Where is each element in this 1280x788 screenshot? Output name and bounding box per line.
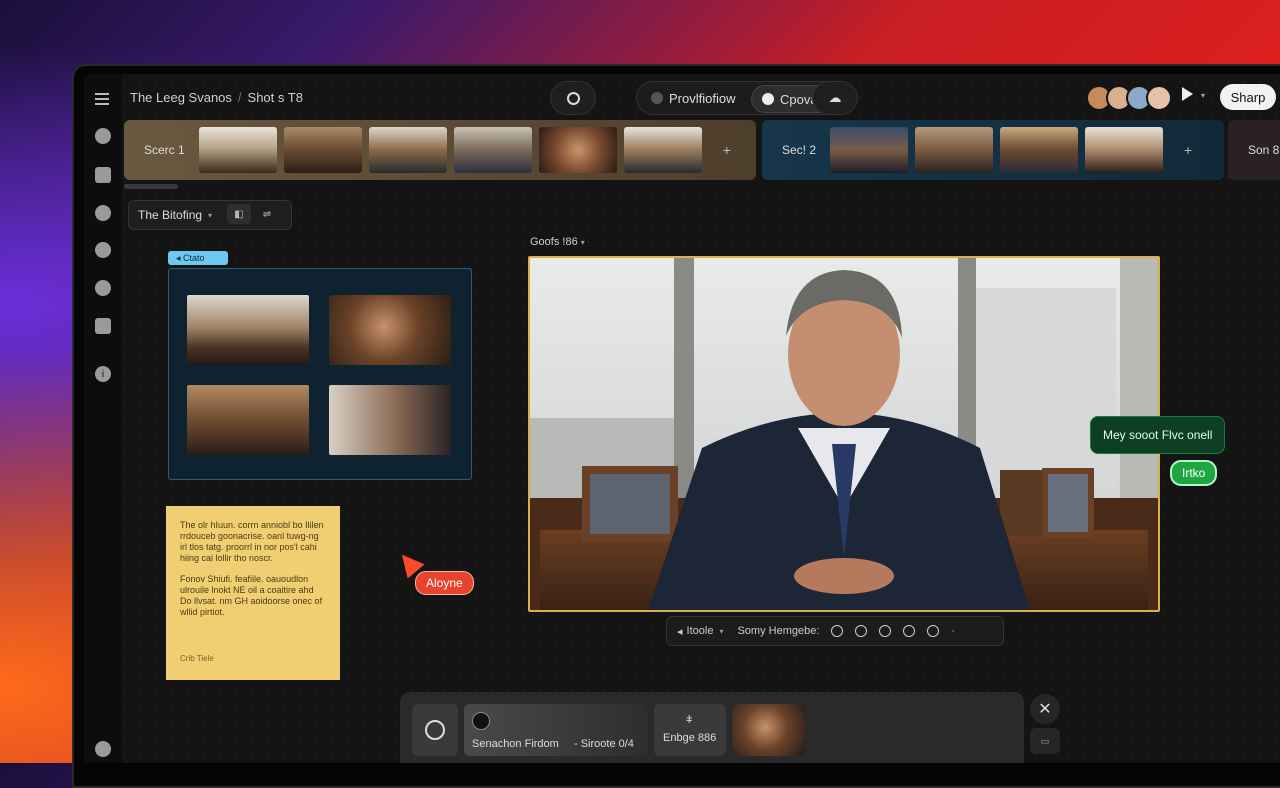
info-icon[interactable]: i <box>95 366 111 382</box>
more-icon[interactable]: · <box>951 625 955 637</box>
sticky-note-text: Fonov Shiufi. feafiile. oauoudlon ulroui… <box>180 574 323 617</box>
generate-button[interactable] <box>412 704 458 756</box>
shot-card[interactable] <box>187 295 309 365</box>
settings-icon[interactable] <box>95 741 111 757</box>
board-title: The Bitofing <box>138 208 203 222</box>
collaborator-cursor-label: Aloyne <box>415 571 474 595</box>
chat-author-label: Irtko <box>1170 460 1218 486</box>
shot-card[interactable] <box>329 295 451 365</box>
scene-thumbnail[interactable] <box>915 127 994 173</box>
breadcrumb: The Leeg Svanos / Shot s T8 <box>130 90 303 105</box>
track-meta: - Siroote 0/4 <box>574 738 634 750</box>
search-button[interactable] <box>550 81 596 115</box>
avatar <box>1146 85 1172 111</box>
share-button[interactable]: Sharp <box>1220 84 1276 110</box>
media-thumbnail[interactable] <box>732 704 806 756</box>
group-tag[interactable]: ◂ Ctato <box>168 251 228 265</box>
shot-controls-middle[interactable]: Somy Hemgebe: <box>737 625 819 637</box>
book-icon[interactable] <box>95 318 111 334</box>
collaborator-avatars[interactable] <box>1086 85 1172 111</box>
add-shot-button[interactable]: + <box>1170 142 1206 158</box>
scene-thumbnail[interactable] <box>1000 127 1079 173</box>
scene-thumbnail[interactable] <box>1085 127 1164 173</box>
scene-2-label: Sec! 2 <box>782 143 817 157</box>
close-icon[interactable]: ✕ <box>1030 694 1060 724</box>
back-icon[interactable]: ◂ <box>677 625 683 638</box>
chat-message[interactable]: Mey sooot Flvc onell <box>1090 416 1226 454</box>
mode-dot-icon <box>651 92 663 104</box>
scene-thumbnail[interactable] <box>198 127 277 173</box>
emoji-icon[interactable] <box>879 625 892 637</box>
home-icon[interactable] <box>95 280 111 296</box>
shot-label-text: Goofs !86 <box>530 236 578 248</box>
shot-controls: ◂ Itoole ▾ Somy Hemgebe: · <box>666 616 1004 646</box>
layout-tool-icon[interactable]: ⇌ <box>255 204 279 224</box>
shot-label: Goofs !86 ▾ <box>530 236 585 248</box>
settings-icon[interactable] <box>927 625 940 637</box>
scene-3-label: Son 8 <box>1248 143 1280 157</box>
shot-controls-left[interactable]: Itoole <box>687 625 714 637</box>
chevron-down-icon: ▾ <box>719 626 724 636</box>
brush-icon[interactable] <box>855 625 868 637</box>
scene-thumbnail[interactable] <box>283 127 362 173</box>
track-title: Senachon Firdom <box>472 738 559 750</box>
shot-card[interactable] <box>187 385 309 455</box>
sticky-note-text: The olr hIuun. corrn anniobl bo Ililen r… <box>180 520 324 563</box>
media-item-icon: ǂ <box>686 714 693 726</box>
menu-icon[interactable] <box>95 93 109 105</box>
breadcrumb-project[interactable]: The Leeg Svanos <box>130 90 232 105</box>
scene-thumbnail[interactable] <box>830 127 909 173</box>
app-window: i The Leeg Svanos / Shot s T8 Provlfiofiow… <box>84 74 1280 763</box>
expand-icon[interactable]: ▭ <box>1030 728 1060 754</box>
search-icon <box>566 91 580 105</box>
mode-previsualization-label: Provlfiofiow <box>669 90 736 106</box>
scene-3[interactable]: Son 8 <box>1228 120 1280 180</box>
add-shot-button[interactable]: + <box>709 142 745 158</box>
sparkle-icon <box>425 720 445 740</box>
circle-icon[interactable] <box>903 625 916 637</box>
mode-previsualization[interactable]: Provlfiofiow <box>641 85 745 111</box>
refresh-icon[interactable] <box>831 625 844 637</box>
track-panel[interactable]: Senachon Firdom - Siroote 0/4 <box>464 704 648 756</box>
breadcrumb-shot[interactable]: Shot s T8 <box>248 90 303 105</box>
board-selector[interactable]: The Bitofing ▾ ◧ ⇌ <box>128 200 292 230</box>
group-tag-label: Ctato <box>183 253 205 263</box>
assist-button[interactable]: ☁ <box>812 81 858 115</box>
chevron-down-icon[interactable]: ▾ <box>581 238 585 247</box>
scene-thumbnail[interactable] <box>368 127 447 173</box>
strip-scrollbar[interactable] <box>124 184 178 189</box>
selected-shot[interactable] <box>528 256 1160 612</box>
scene-thumbnail[interactable] <box>538 127 617 173</box>
scene-2[interactable]: Sec! 2 + <box>762 120 1224 180</box>
shot-image <box>530 258 1158 610</box>
left-rail: i <box>84 74 122 763</box>
chat-icon[interactable] <box>95 128 111 144</box>
scene-1[interactable]: Scerc 1 + <box>124 120 756 180</box>
sticky-note-signature: Crib Tiele <box>180 654 214 663</box>
shot-group[interactable] <box>168 268 472 480</box>
breadcrumb-separator: / <box>237 90 242 105</box>
chevron-down-icon[interactable]: ▾ <box>1201 91 1205 100</box>
chevron-down-icon: ▾ <box>208 210 213 220</box>
media-item[interactable]: ǂ Enbge 886 <box>654 704 726 756</box>
bottom-dock: Senachon Firdom - Siroote 0/4 ǂ Enbge 88… <box>400 692 1024 763</box>
canvas-icon <box>762 93 774 105</box>
record-icon <box>472 712 490 730</box>
frame-tool-icon[interactable]: ◧ <box>227 204 251 224</box>
play-button[interactable] <box>1182 87 1193 101</box>
target-icon[interactable] <box>95 242 111 258</box>
user-icon[interactable] <box>95 205 111 221</box>
media-item-label: Enbge 886 <box>663 732 717 744</box>
shot-card[interactable] <box>329 385 451 455</box>
top-bar: The Leeg Svanos / Shot s T8 Provlfiofiow C… <box>122 74 1280 120</box>
scene-thumbnail[interactable] <box>623 127 702 173</box>
sparkle-icon: ☁ <box>828 90 842 105</box>
scene-thumbnail[interactable] <box>453 127 532 173</box>
scene-1-label: Scerc 1 <box>144 143 185 157</box>
sticky-note[interactable]: The olr hIuun. corrn anniobl bo Ililen r… <box>166 506 340 680</box>
board-tools: ◧ ⇌ <box>227 204 283 224</box>
folder-icon[interactable] <box>95 167 111 183</box>
